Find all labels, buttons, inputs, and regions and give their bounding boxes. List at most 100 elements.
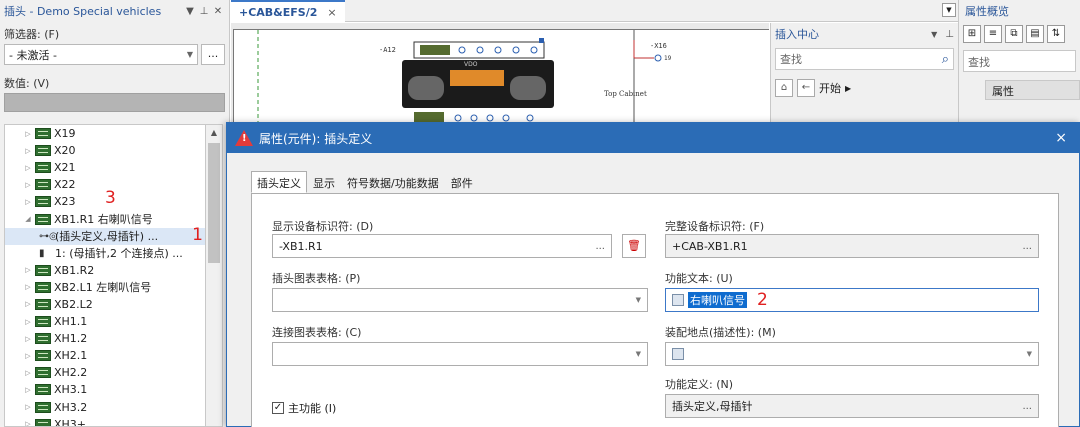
main-function-checkbox[interactable]: ✓ — [272, 402, 284, 414]
expand-arrow-icon[interactable]: ▷ — [23, 369, 33, 377]
expand-arrow-icon[interactable]: ▷ — [23, 164, 33, 172]
device-tag-x16: -X16 — [650, 42, 667, 50]
delete-icon[interactable]: 🗑 — [622, 234, 646, 258]
tree-item[interactable]: ▷ XB1.R2 — [5, 262, 205, 279]
expand-arrow-icon[interactable]: ▷ — [23, 403, 33, 411]
tab-parts[interactable]: 部件 — [445, 171, 479, 193]
main-function-checkbox-row[interactable]: ✓ 主功能 (I) — [272, 400, 336, 416]
expand-arrow-icon[interactable]: ▷ — [23, 318, 33, 326]
back-arrow-icon[interactable]: ← — [797, 79, 815, 97]
property-column-header: 属性 — [985, 80, 1080, 100]
scroll-thumb[interactable] — [208, 143, 220, 263]
property-search-input[interactable]: 查找 — [963, 50, 1076, 72]
full-id-more-button[interactable]: ... — [1022, 241, 1032, 252]
dropdown-arrow-icon[interactable]: ▼ — [183, 6, 197, 17]
filter-value: - 未激活 - — [9, 48, 57, 62]
tree-item[interactable]: ▷ XH1.1 — [5, 313, 205, 330]
dialog-close-button[interactable]: × — [1051, 130, 1071, 146]
plug-icon — [35, 333, 51, 345]
home-icon[interactable]: ⌂ — [775, 79, 793, 97]
mount-location-select[interactable]: ▼ — [665, 342, 1039, 366]
function-text-field[interactable]: 右喇叭信号 2 — [665, 288, 1039, 312]
tab-symbol-function-data[interactable]: 符号数据/功能数据 — [341, 171, 445, 193]
chevron-down-icon: ▼ — [635, 296, 641, 304]
tree-item[interactable]: ▷ XH3.1 — [5, 381, 205, 398]
insert-search-input[interactable]: 查找 ⌕ — [775, 48, 954, 70]
schematic-graphic: VDO -A12 -X16 19 Top Cabinet — [257, 30, 672, 134]
tree-item-label: 1: (母插针,2 个连接点) ... — [55, 247, 183, 261]
plug-icon — [35, 316, 51, 328]
chevron-right-icon[interactable]: ▶ — [845, 84, 851, 93]
radio-knob-left — [408, 76, 444, 100]
full-id-field[interactable]: +CAB-XB1.R1 ... — [665, 234, 1039, 258]
collapse-arrow-icon[interactable]: ◢ — [23, 215, 33, 223]
filter-more-button[interactable]: ... — [201, 44, 225, 65]
value-label: 数值: (V) — [4, 77, 50, 90]
expand-arrow-icon[interactable]: ▷ — [23, 130, 33, 138]
scroll-up-icon[interactable]: ▲ — [206, 125, 222, 141]
chevron-down-icon: ▼ — [1026, 350, 1032, 358]
plug-table-select[interactable]: ▼ — [272, 288, 648, 312]
tab-display[interactable]: 显示 — [307, 171, 341, 193]
tree-item[interactable]: ▷ XH3+ — [5, 416, 205, 426]
insert-center-title: 插入中心 — [775, 28, 819, 41]
full-id-label: 完整设备标识符: (F) — [665, 220, 765, 233]
list-view-icon[interactable]: ≡ — [984, 25, 1002, 43]
expand-arrow-icon[interactable]: ▷ — [23, 300, 33, 308]
tab-cab-efs-2[interactable]: +CAB&EFS/2 × — [231, 0, 345, 22]
tree-item[interactable]: ▷ XB2.L2 — [5, 296, 205, 313]
connection-table-select[interactable]: ▼ — [272, 342, 648, 366]
function-def-field[interactable]: 插头定义,母插针 ... — [665, 394, 1039, 418]
tree-scrollbar[interactable]: ▲ — [205, 124, 223, 427]
plug-icon — [35, 196, 51, 208]
sort-icon[interactable]: ⇅ — [1047, 25, 1065, 43]
expand-arrow-icon[interactable]: ▷ — [23, 147, 33, 155]
search-icon[interactable]: ⌕ — [942, 52, 949, 67]
expand-arrow-icon[interactable]: ▷ — [23, 335, 33, 343]
plug-tree[interactable]: ▷ X19 ▷ X20 ▷ X21 ▷ X22 ▷ X23 3 ◢ XB1.R1 右喇叭信号 ⊶◎ (插头定… — [4, 124, 205, 427]
filter-select[interactable]: - 未激活 - ▼ — [4, 44, 198, 65]
chevron-down-icon: ▼ — [635, 350, 641, 358]
display-id-more-button[interactable]: ... — [595, 241, 605, 252]
dropdown-arrow-icon[interactable]: ▼ — [931, 30, 937, 39]
expand-arrow-icon[interactable]: ▷ — [23, 181, 33, 189]
schematic-canvas[interactable]: VDO -A12 -X16 19 Top Cabinet — [231, 23, 769, 134]
expand-arrow-icon[interactable]: ▷ — [23, 386, 33, 394]
nav-start-button[interactable]: 开始 — [819, 80, 841, 96]
pin-icon[interactable]: ⊥ — [197, 6, 211, 17]
tab-close-icon[interactable]: × — [327, 6, 336, 19]
tree-item[interactable]: ▷ XH1.2 — [5, 330, 205, 347]
tree-item[interactable]: ▷ XH2.2 — [5, 364, 205, 381]
tree-item[interactable]: ▷ XH3.2 — [5, 399, 205, 416]
expand-arrow-icon[interactable]: ▷ — [23, 420, 33, 426]
tree-child-item[interactable]: ▮ 1: (母插针,2 个连接点) ... — [5, 245, 205, 262]
plug-icon — [35, 298, 51, 310]
tab-list-dropdown-icon[interactable]: ▼ — [942, 3, 956, 17]
plug-icon — [35, 179, 51, 191]
filter-row: - 未激活 - ▼ ... — [0, 44, 229, 65]
function-def-more-button[interactable]: ... — [1022, 401, 1032, 412]
tree-item[interactable]: ▷ X21 — [5, 159, 205, 176]
value-field[interactable] — [4, 93, 225, 112]
tree-item[interactable]: ◢ XB1.R1 右喇叭信号 — [5, 210, 205, 227]
pin-icon[interactable]: ⊥ — [945, 29, 954, 40]
top-cabinet-label: Top Cabinet — [604, 90, 647, 98]
tree-item[interactable]: ▷ XB2.L1 左喇叭信号 — [5, 279, 205, 296]
copy-icon[interactable]: ⧉ — [1005, 25, 1023, 43]
expand-arrow-icon[interactable]: ▷ — [23, 283, 33, 291]
paste-icon[interactable]: ▤ — [1026, 25, 1044, 43]
expand-arrow-icon[interactable]: ▷ — [23, 266, 33, 274]
dialog-title-bar[interactable]: 属性(元件): 插头定义 × — [227, 123, 1079, 153]
tree-item[interactable]: ▷ X23 3 — [5, 188, 205, 210]
tree-item[interactable]: ▷ X19 — [5, 125, 205, 142]
expand-arrow-icon[interactable]: ▷ — [23, 198, 33, 206]
tree-child-item[interactable]: ⊶◎ (插头定义,母插针) ... 1 — [5, 225, 205, 245]
close-icon[interactable]: ✕ — [211, 6, 225, 17]
tree-item[interactable]: ▷ XH2.1 — [5, 347, 205, 364]
tab-plug-definition[interactable]: 插头定义 — [251, 171, 307, 193]
full-id-value: +CAB-XB1.R1 — [672, 239, 748, 253]
tree-item[interactable]: ▷ X20 — [5, 142, 205, 159]
expand-arrow-icon[interactable]: ▷ — [23, 352, 33, 360]
display-id-field[interactable]: -XB1.R1 ... — [272, 234, 612, 258]
tree-view-icon[interactable]: ⊞ — [963, 25, 981, 43]
